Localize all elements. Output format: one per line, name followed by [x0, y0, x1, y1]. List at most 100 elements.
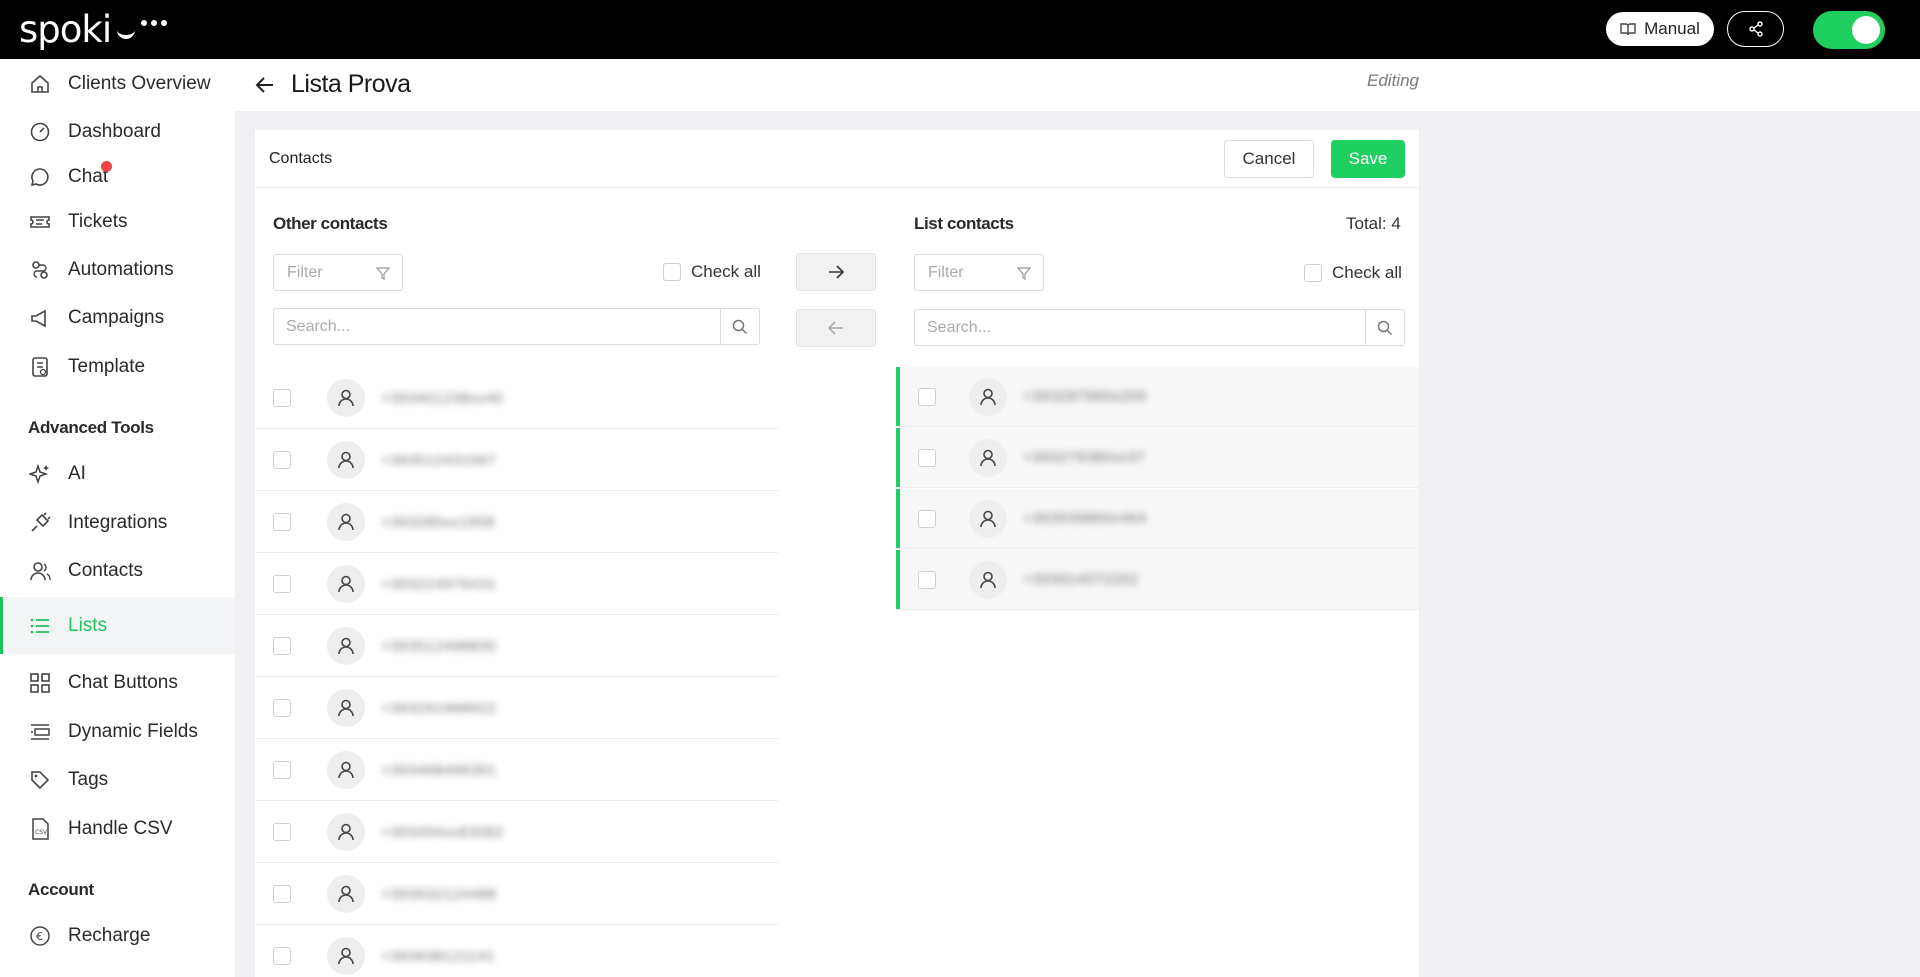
avatar	[327, 379, 365, 417]
contact-row[interactable]: +393938121141	[255, 926, 778, 977]
avatar	[969, 560, 1007, 599]
person-icon	[336, 822, 356, 842]
other-contacts-filter[interactable]: Filter	[273, 254, 403, 291]
remove-from-list-button[interactable]	[796, 309, 876, 347]
list-contacts-total: Total: 4	[1346, 214, 1401, 233]
other-contacts-check-all[interactable]: Check all	[663, 262, 761, 282]
editing-status: Editing	[1367, 71, 1419, 90]
sidebar-item-handle-csv[interactable]: CSV Handle CSV	[0, 809, 235, 849]
sidebar-item-lists[interactable]: Lists	[0, 597, 235, 654]
sidebar-item-dashboard[interactable]: Dashboard	[0, 112, 235, 152]
contact-row[interactable]: +393468496391	[255, 740, 778, 801]
sidebar-item-chat[interactable]: Chat	[0, 157, 235, 197]
sidebar-item-template[interactable]: Template	[0, 347, 235, 387]
contact-row[interactable]: +393939860x464	[896, 489, 1419, 549]
arrow-left-icon	[827, 321, 843, 335]
row-checkbox[interactable]	[918, 509, 936, 528]
contact-row[interactable]: +393512498830	[255, 616, 778, 677]
row-checkbox[interactable]	[273, 513, 291, 531]
contact-row[interactable]: +393291968922	[255, 678, 778, 739]
csv-file-icon: CSV	[28, 817, 52, 841]
svg-text:€: €	[36, 930, 43, 943]
avatar	[327, 503, 365, 541]
check-all-checkbox[interactable]	[1304, 264, 1322, 282]
sidebar-item-label: Lists	[68, 614, 108, 636]
contact-phone: +393939860x464	[1023, 510, 1147, 527]
contact-row[interactable]: +393932124488	[255, 864, 778, 925]
sidebar-item-contacts[interactable]: Contacts	[0, 551, 235, 591]
contact-row[interactable]: +393914072202	[896, 550, 1419, 610]
row-checkbox[interactable]	[273, 761, 291, 779]
contact-row[interactable]: +393224979431	[255, 554, 778, 615]
status-toggle[interactable]	[1813, 11, 1885, 49]
contact-row[interactable]: +393512431567	[255, 430, 778, 491]
sidebar-item-label: Chat Buttons	[68, 672, 178, 693]
share-button[interactable]	[1727, 11, 1784, 47]
row-checkbox[interactable]	[273, 947, 291, 965]
search-input[interactable]: Search...	[274, 309, 721, 344]
avatar	[327, 937, 365, 975]
sidebar-item-campaigns[interactable]: Campaigns	[0, 298, 235, 338]
person-icon	[978, 570, 998, 590]
spoki-logo[interactable]: spoki	[19, 8, 168, 51]
list-contacts-check-all[interactable]: Check all	[1304, 263, 1402, 283]
contact-row[interactable]: +393279380xx37	[896, 428, 1419, 488]
fields-icon	[28, 720, 52, 744]
list-contacts-search: Search...	[914, 309, 1405, 346]
row-checkbox[interactable]	[918, 387, 936, 406]
sidebar-item-recharge[interactable]: € Recharge	[0, 916, 235, 956]
contact-phone: +393224979431	[381, 575, 497, 593]
list-contacts-filter[interactable]: Filter	[914, 254, 1044, 291]
avatar	[969, 377, 1007, 416]
sidebar-section-advanced-tools: Advanced Tools	[28, 418, 154, 437]
gauge-icon	[28, 120, 52, 144]
save-button[interactable]: Save	[1331, 140, 1405, 178]
contact-row[interactable]: +393285xx1958	[255, 492, 778, 553]
contact-phone: +393287966x209	[1023, 388, 1147, 405]
row-checkbox[interactable]	[273, 699, 291, 717]
contact-row[interactable]: +393494xx83082	[255, 802, 778, 863]
search-input[interactable]: Search...	[915, 310, 1366, 345]
row-checkbox[interactable]	[273, 823, 291, 841]
contacts-card: Contacts Cancel Save Other contacts Filt…	[255, 130, 1419, 977]
manual-button[interactable]: Manual	[1606, 12, 1714, 46]
back-arrow-icon[interactable]	[253, 73, 277, 97]
widgets-icon	[28, 671, 52, 695]
avatar	[327, 565, 365, 603]
sidebar-item-dynamic-fields[interactable]: Dynamic Fields	[0, 712, 235, 752]
move-to-list-button[interactable]	[796, 253, 876, 291]
sidebar-item-automations[interactable]: Automations	[0, 250, 235, 290]
search-button[interactable]	[1366, 310, 1404, 345]
contact-phone: +393285xx1958	[381, 513, 495, 531]
sidebar-item-chat-buttons[interactable]: Chat Buttons	[0, 663, 235, 703]
contact-row[interactable]: +393401238xx40	[255, 368, 778, 429]
contact-phone: +393401238xx40	[381, 389, 504, 407]
contact-phone: +393512431567	[381, 451, 497, 469]
contact-row[interactable]: +393287966x209	[896, 367, 1419, 427]
row-checkbox[interactable]	[273, 575, 291, 593]
sidebar-item-label: Recharge	[68, 925, 151, 946]
sidebar-item-clients-overview[interactable]: Clients Overview	[0, 64, 235, 104]
avatar	[969, 499, 1007, 538]
sidebar-item-ai[interactable]: AI	[0, 454, 235, 494]
search-icon	[732, 319, 748, 334]
sidebar-item-integrations[interactable]: Integrations	[0, 503, 235, 543]
sidebar-item-tickets[interactable]: Tickets	[0, 202, 235, 242]
check-all-checkbox[interactable]	[663, 263, 681, 281]
row-checkbox[interactable]	[918, 570, 936, 589]
contact-phone: +393468496391	[381, 761, 497, 779]
person-icon	[978, 387, 998, 407]
person-icon	[336, 760, 356, 780]
row-checkbox[interactable]	[273, 637, 291, 655]
avatar	[327, 441, 365, 479]
chat-icon	[28, 165, 52, 189]
sidebar-item-tags[interactable]: Tags	[0, 760, 235, 800]
search-button[interactable]	[721, 309, 759, 344]
row-checkbox[interactable]	[918, 448, 936, 467]
row-checkbox[interactable]	[273, 389, 291, 407]
row-checkbox[interactable]	[273, 451, 291, 469]
contacts-icon	[28, 559, 52, 583]
row-checkbox[interactable]	[273, 885, 291, 903]
person-icon	[978, 448, 998, 468]
cancel-button[interactable]: Cancel	[1224, 140, 1314, 178]
